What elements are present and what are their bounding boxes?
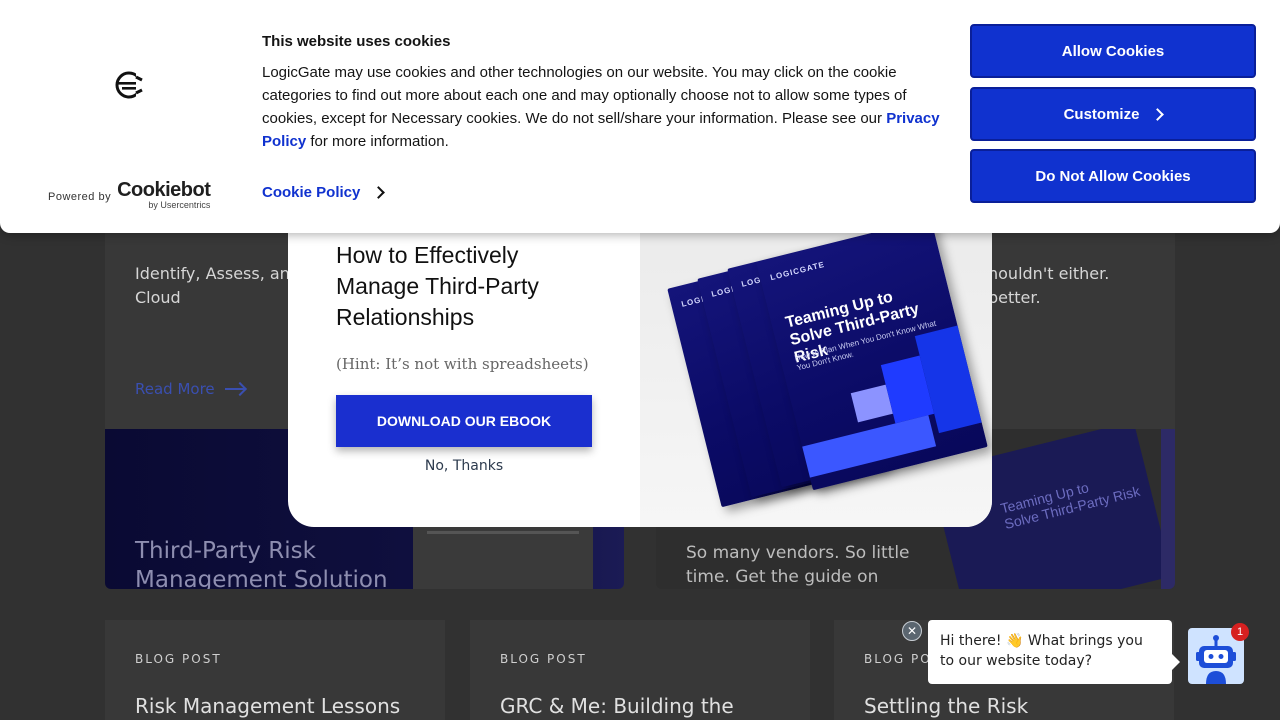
card-text-right: houldn't either. better. — [988, 264, 1110, 307]
chevron-right-icon — [1151, 107, 1165, 121]
read-more-label: Read More — [135, 380, 215, 398]
ebook-popup-modal: How to Effectively Manage Third-Party Re… — [288, 200, 992, 527]
chat-greeting-bubble[interactable]: Hi there! 👋 What brings you to our websi… — [928, 620, 1180, 684]
notification-badge: 1 — [1231, 623, 1249, 641]
banner-accent — [1161, 429, 1175, 589]
deny-cookies-label: Do Not Allow Cookies — [1035, 167, 1191, 185]
chevron-right-icon — [372, 186, 386, 199]
blog-title: GRC & Me: Building the — [500, 694, 734, 718]
blog-tag: BLOG POST — [500, 652, 587, 666]
card-text-left: Identify, Assess, and Cloud — [135, 264, 300, 307]
banner-text: So many vendors. So little time. Get the… — [686, 543, 910, 587]
cookiebot-logo: Cookiebot by Usercentrics — [117, 179, 211, 210]
cookiebot-byline: by Usercentrics — [148, 200, 211, 210]
customize-button[interactable]: Customize — [970, 87, 1256, 141]
cookie-title: This website uses cookies — [262, 33, 451, 50]
arrow-right-icon — [224, 388, 245, 390]
blog-title: Risk Management Lessons — [135, 694, 401, 718]
cookie-policy-label: Cookie Policy — [262, 184, 361, 201]
modal-hint: (Hint: It’s not with spreadsheets) — [336, 355, 589, 373]
powered-by-label: Powered by — [48, 191, 112, 203]
blog-tag: BLOG POST — [135, 652, 222, 666]
cookie-text-end: for more information. — [306, 133, 449, 150]
cookie-policy-link[interactable]: Cookie Policy — [262, 184, 386, 201]
blog-title: Settling the Risk — [864, 694, 1029, 718]
allow-cookies-button[interactable]: Allow Cookies — [970, 24, 1256, 78]
logicgate-logo-icon — [115, 71, 146, 99]
modal-copy: How to Effectively Manage Third-Party Re… — [336, 240, 596, 373]
deny-cookies-button[interactable]: Do Not Allow Cookies — [970, 149, 1256, 203]
ebook-logo: LOGICGATE — [769, 259, 826, 283]
powered-by-cookiebot[interactable]: Powered by Cookiebot by Usercentrics — [48, 179, 211, 210]
banner-title: Third-Party Risk Management Solution — [135, 538, 388, 589]
blog-card[interactable]: BLOG POST Risk Management Lessons — [105, 620, 445, 720]
allow-cookies-label: Allow Cookies — [1061, 42, 1165, 60]
cookie-text: LogicGate may use cookies and other tech… — [262, 64, 907, 127]
cookie-description: LogicGate may use cookies and other tech… — [262, 61, 952, 153]
cookie-consent-banner: Powered by Cookiebot by Usercentrics Thi… — [0, 0, 1280, 233]
ebook-thumbnail-title: Teaming Up to Solve Third-Party Risk — [998, 479, 1142, 532]
close-icon[interactable]: ✕ — [902, 621, 922, 641]
read-more-link[interactable]: Read More — [135, 380, 245, 398]
ebook-illustration: LOGICGATE LOGICGATE LOGICGATE LOGICGATE … — [640, 200, 992, 527]
download-ebook-button[interactable]: DOWNLOAD OUR EBOOK — [336, 395, 592, 447]
customize-label: Customize — [1063, 105, 1140, 123]
no-thanks-link[interactable]: No, Thanks — [336, 458, 592, 474]
blog-card[interactable]: BLOG POST GRC & Me: Building the — [470, 620, 810, 720]
modal-title: How to Effectively Manage Third-Party Re… — [336, 242, 539, 330]
cookiebot-wordmark: Cookiebot — [117, 179, 211, 201]
